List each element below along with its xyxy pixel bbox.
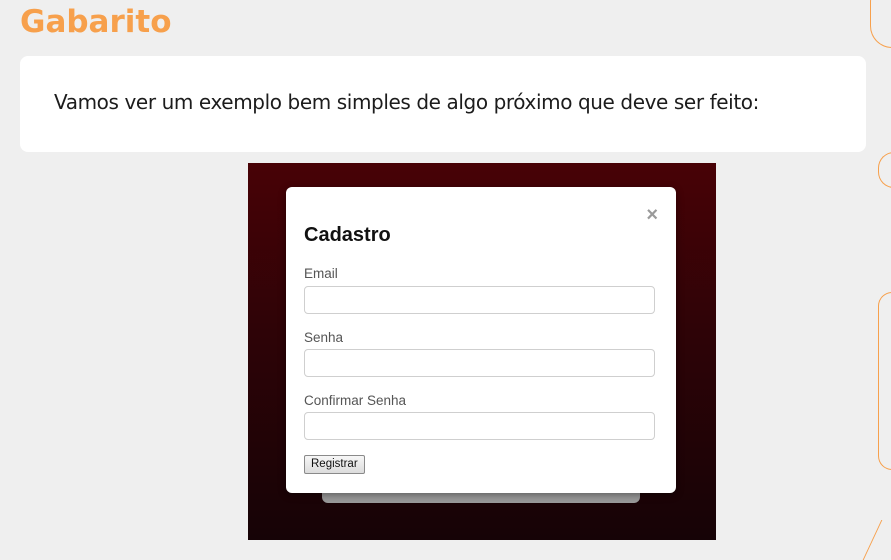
password-field[interactable] bbox=[304, 349, 655, 377]
slide-title: Gabarito bbox=[20, 4, 172, 40]
decorative-curve bbox=[870, 0, 891, 48]
intro-text: Vamos ver um exemplo bem simples de algo… bbox=[54, 90, 759, 114]
decorative-line bbox=[862, 520, 891, 560]
confirm-password-label: Confirmar Senha bbox=[304, 393, 407, 408]
email-label: Email bbox=[304, 266, 338, 281]
modal-title: Cadastro bbox=[304, 224, 391, 246]
decorative-curve bbox=[878, 152, 891, 188]
password-label: Senha bbox=[304, 330, 344, 345]
register-button[interactable]: Registrar bbox=[304, 455, 365, 474]
email-field[interactable] bbox=[304, 286, 655, 314]
confirm-password-field[interactable] bbox=[304, 412, 655, 440]
intro-card: Vamos ver um exemplo bem simples de algo… bbox=[20, 56, 866, 152]
close-icon[interactable]: × bbox=[646, 205, 658, 225]
decorative-curve bbox=[878, 292, 891, 470]
signup-modal: × Cadastro Email Senha Confirmar Senha R… bbox=[286, 187, 676, 493]
example-screenshot: × Cadastro Email Senha Confirmar Senha R… bbox=[248, 163, 716, 540]
